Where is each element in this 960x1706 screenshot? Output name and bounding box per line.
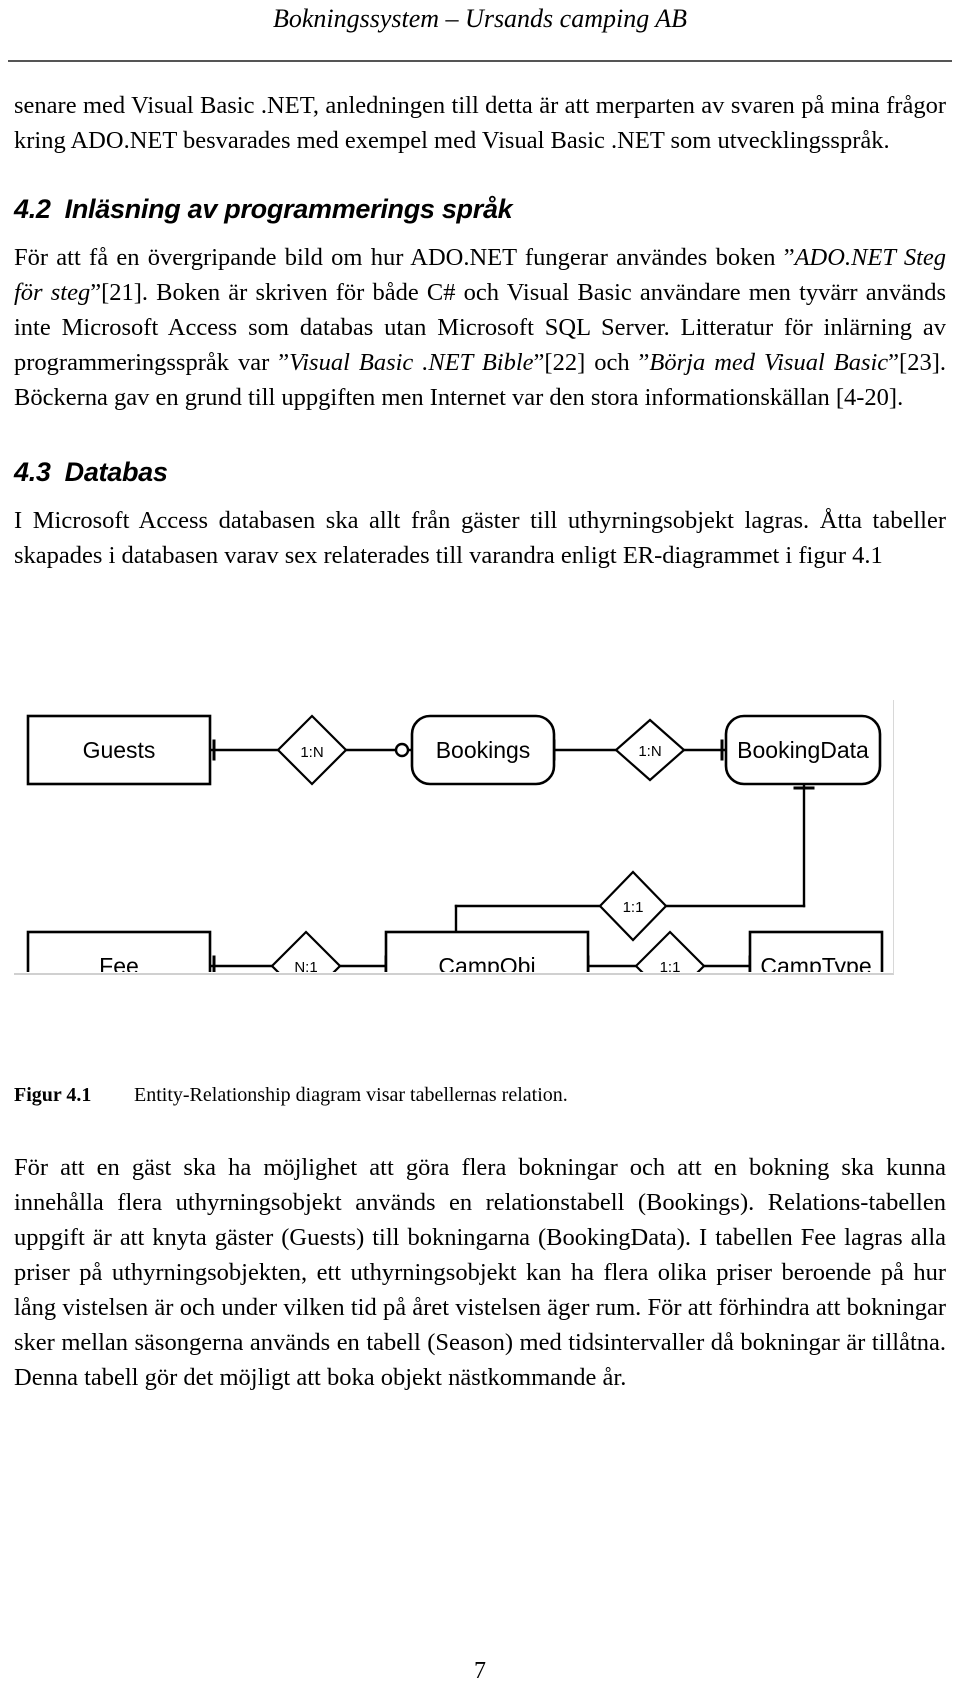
figure-caption: Figur 4.1 Entity-Relationship diagram vis… [14, 1082, 946, 1108]
er-diagram-svg: Guests Bookings BookingData Fee CampObj … [26, 714, 884, 972]
entity-label-guests: Guests [83, 737, 156, 763]
relationship-label-guests-bookings: 1:N [300, 744, 323, 761]
optional-circle-bookings [394, 742, 410, 758]
heading-4-2-title: Inläsning av programmerings språk [64, 194, 513, 224]
p42-part-a: För att få en övergripande bild om hur A… [14, 244, 795, 271]
relationship-label-bookingdata-campobj: 1:1 [623, 899, 644, 916]
p42-part-c: ”[22] och ” [533, 349, 650, 376]
header-divider [8, 60, 952, 62]
intro-paragraph: senare med Visual Basic .NET, anledninge… [14, 92, 946, 154]
heading-4-3-number: 4.3 [14, 457, 51, 487]
figure-caption-label: Figur 4.1 [14, 1084, 92, 1106]
heading-4-2: 4.2 Inläsning av programmerings språk [14, 192, 946, 226]
citation-vb-net-bible: Visual Basic .NET Bible [289, 349, 534, 376]
relationship-label-campobj-camptype: 1:1 [660, 959, 681, 972]
page-number: 7 [474, 1658, 486, 1684]
page-header: Bokningssystem – Ursands camping AB [0, 4, 960, 34]
heading-4-2-number: 4.2 [14, 194, 51, 224]
header-title: Bokningssystem – Ursands camping AB [272, 4, 688, 33]
relationship-label-fee-campobj: N:1 [294, 959, 317, 972]
entity-label-bookingdata: BookingData [737, 737, 869, 763]
entity-label-fee: Fee [99, 953, 139, 972]
tail-section: För att en gäst ska ha möjlighet att gör… [14, 1150, 946, 1395]
heading-4-3: 4.3 Databas [14, 455, 946, 489]
document-page: Bokningssystem – Ursands camping AB sena… [0, 0, 960, 1706]
relationship-label-bookings-bookingdata: 1:N [638, 743, 661, 760]
entity-label-bookings: Bookings [436, 737, 531, 763]
figure-caption-text: Entity-Relationship diagram visar tabell… [134, 1084, 568, 1106]
tail-paragraph: För att en gäst ska ha möjlighet att gör… [14, 1154, 946, 1391]
paragraph-4-3: I Microsoft Access databasen ska allt fr… [14, 507, 946, 569]
document-body: senare med Visual Basic .NET, anledninge… [14, 88, 946, 573]
er-diagram-figure: Guests Bookings BookingData Fee CampObj … [14, 700, 894, 975]
paragraph-4-2: För att få en övergripande bild om hur A… [14, 240, 946, 415]
citation-borja-med-vb: Börja med Visual Basic [649, 349, 889, 376]
entity-label-campobj: CampObj [438, 953, 535, 972]
entity-label-camptype: CampType [760, 953, 871, 972]
heading-4-3-title: Databas [64, 457, 168, 487]
